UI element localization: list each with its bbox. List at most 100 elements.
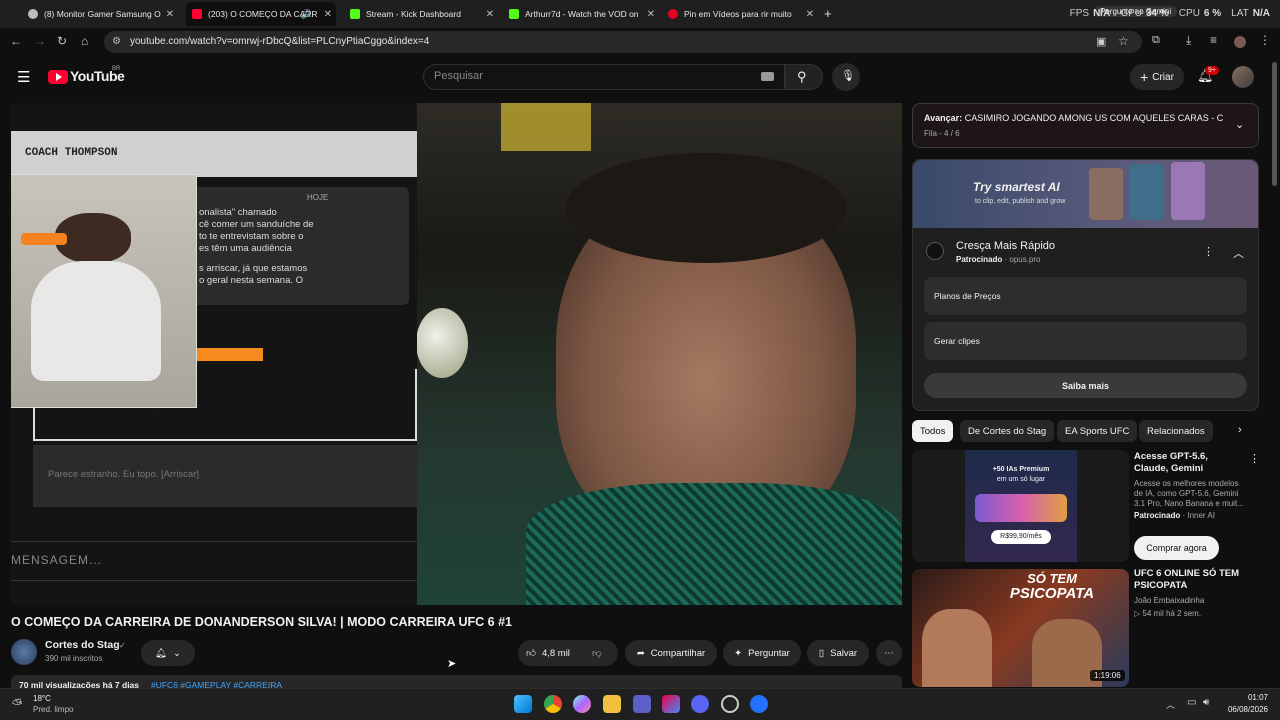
video-hashtags[interactable]: #UFC6 #GAMEPLAY #CARREIRA [151,680,282,688]
chip-all[interactable]: Todos [912,420,954,442]
ad-banner-subtitle: to clip, edit, publish and grow [975,198,1066,205]
game-message-text: onalista" chamado cê comer um sanduíche … [199,207,314,287]
thumb-line: +50 IAs Premium [992,466,1050,473]
chip-ea-sports-ufc[interactable]: EA Sports UFC [1057,420,1138,442]
close-tab-icon[interactable]: ✕ [806,9,814,20]
speaker-icon[interactable]: 🔊 [301,9,312,20]
playlist-panel[interactable] [912,103,1259,148]
menu-icon[interactable]: ☰ [17,68,30,86]
page-scrollbar[interactable] [1272,62,1277,186]
back-icon[interactable]: ← [10,34,22,48]
next-prefix: Avançar: [924,113,963,123]
volume-icon[interactable]: 🔊︎ [1203,697,1209,708]
chip-channel[interactable]: De Cortes do Stag [960,420,1055,442]
windows-start-icon[interactable] [514,695,532,713]
file-explorer-icon[interactable] [603,695,621,713]
game-text-line: onalista" chamado [199,207,277,218]
chrome-icon[interactable] [544,695,562,713]
reload-icon[interactable]: ↻ [57,34,67,48]
chips-next-icon[interactable]: › [1238,424,1242,436]
chip-related[interactable]: Relacionados [1139,420,1213,442]
buy-now-button[interactable]: Comprar agora [1134,536,1219,560]
rec-ad-info[interactable]: Acesse GPT-5.6, Claude, Gemini Acesse os… [1134,451,1244,520]
rec-more-icon[interactable]: ⋮ [1249,452,1260,465]
ad-pricing-button[interactable]: Planos de Preços [924,277,1247,315]
collapse-chevron-icon[interactable]: ︿ [1233,245,1244,261]
kick-favicon [350,9,360,19]
discord-icon[interactable] [691,695,709,713]
advertiser-logo[interactable] [926,242,944,260]
tray-chevron-icon[interactable]: ︿ [1166,698,1175,711]
ad-banner[interactable]: Try smartest AI to clip, edit, publish a… [913,160,1258,228]
new-tab-button[interactable]: + [824,6,832,21]
close-tab-icon[interactable]: ✕ [166,9,174,20]
keyboard-icon[interactable] [761,72,774,81]
more-actions-button[interactable]: ⋯ [876,640,902,666]
copilot-icon[interactable] [573,695,591,713]
ad-clips-button[interactable]: Gerar clipes [924,322,1247,360]
create-button[interactable]: + Criar [1130,64,1184,90]
like-button[interactable]: 👍︎ 4,8 mil 👎︎ [518,640,618,666]
profile-avatar[interactable] [1234,36,1246,48]
fps-label: FPS [1069,8,1090,19]
share-button[interactable]: ➦ Compartilhar [625,640,717,666]
tab-youtube-video[interactable]: (203) O COMEÇO DA CARR 🔊 ✕ [186,2,336,26]
forward-icon[interactable]: → [34,34,46,48]
ad-title[interactable]: Cresça Mais Rápido [956,240,1055,252]
video-duration: 1:19:06 [1090,670,1125,681]
ad-learn-more-button[interactable]: Saiba mais [924,373,1247,398]
tab-kick-vod[interactable]: Arthurr7d - Watch the VOD on ✕ [509,2,659,26]
voice-search-button[interactable]: 🎙 [832,63,860,91]
expand-chevron-icon[interactable]: ⌄ [1235,118,1244,131]
app-icon[interactable] [750,695,768,713]
network-icon[interactable]: ▭ [1187,697,1196,708]
dislike-icon[interactable]: 👎︎ [592,647,602,659]
clock-time[interactable]: 01:07 [1222,693,1268,702]
rec-video-info[interactable]: UFC 6 ONLINE SÓ TEM PSICOPATA João Embai… [1134,568,1244,618]
weather-icon[interactable]: ⛅︎ [12,696,22,712]
more-horizontal-icon: ⋯ [884,647,894,659]
channel-avatar[interactable] [11,639,37,665]
install-app-icon[interactable]: ▣ [1096,35,1106,48]
download-icon[interactable]: ⤓ [1186,33,1191,48]
rec-video-thumbnail[interactable]: SÓ TEM PSICOPATA 1:19:06 [912,569,1129,687]
thumbs-up-icon: 👍︎ [526,648,536,659]
fighter-image [922,609,992,687]
rec-ad-thumbnail[interactable]: +50 IAs Premium em um só lugar R$99,90/m… [912,450,1129,562]
tab-kick-dashboard[interactable]: Stream - Kick Dashboard ✕ [350,2,498,26]
video-player[interactable]: COACH THOMPSON HOJE onalista" chamado cê… [11,103,902,605]
close-tab-icon[interactable]: ✕ [647,9,655,20]
weather-temp[interactable]: 18°C [33,694,51,703]
meme-overlay-image [11,174,197,408]
reading-list-icon[interactable]: ≡ [1210,33,1217,47]
url-text[interactable]: youtube.com/watch?v=omrwj-rDbcQ&list=PLC… [130,36,429,47]
tab-pinterest[interactable]: Pin em Vídeos para rir muito ✕ [668,2,818,26]
search-button[interactable]: ⚲ [785,64,823,90]
yellow-shirt [501,103,591,151]
clock-date[interactable]: 06/08/2026 [1216,705,1268,714]
save-button[interactable]: ▯ Salvar [807,640,869,666]
youtube-logo-icon[interactable] [48,70,68,84]
ask-button[interactable]: ✦ Perguntar [723,640,801,666]
bookmark-star-icon[interactable]: ☆ [1118,34,1129,48]
sponsored-label: Patrocinado [956,255,1003,264]
rec-description: Acesse os melhores modelos de IA, como G… [1134,479,1244,508]
subscribe-notifications-button[interactable]: 🔔︎ ⌄ [141,640,195,666]
description-box[interactable]: 70 mil visualizações há 7 dias #UFC6 #GA… [11,675,902,688]
account-avatar[interactable] [1232,66,1254,88]
close-tab-icon[interactable]: ✕ [486,9,494,20]
channel-name[interactable]: Cortes do Stag [45,639,120,651]
extensions-icon[interactable]: ⧉ [1152,34,1160,47]
home-icon[interactable]: ⌂ [81,34,88,48]
tab-monitor[interactable]: (8) Monitor Gamer Samsung O ✕ [28,2,178,26]
lat-value: N/A [1252,8,1270,19]
ad-more-icon[interactable]: ⋮ [1203,245,1214,258]
obs-icon[interactable] [721,695,739,713]
site-info-icon[interactable]: ⚙ [112,36,121,47]
browser-menu-icon[interactable]: ⋮ [1259,33,1271,47]
gpu-value: 34 % [1146,8,1169,19]
teams-icon[interactable] [633,695,651,713]
close-tab-icon[interactable]: ✕ [324,9,332,20]
ball [416,308,468,378]
app-icon[interactable] [662,695,680,713]
